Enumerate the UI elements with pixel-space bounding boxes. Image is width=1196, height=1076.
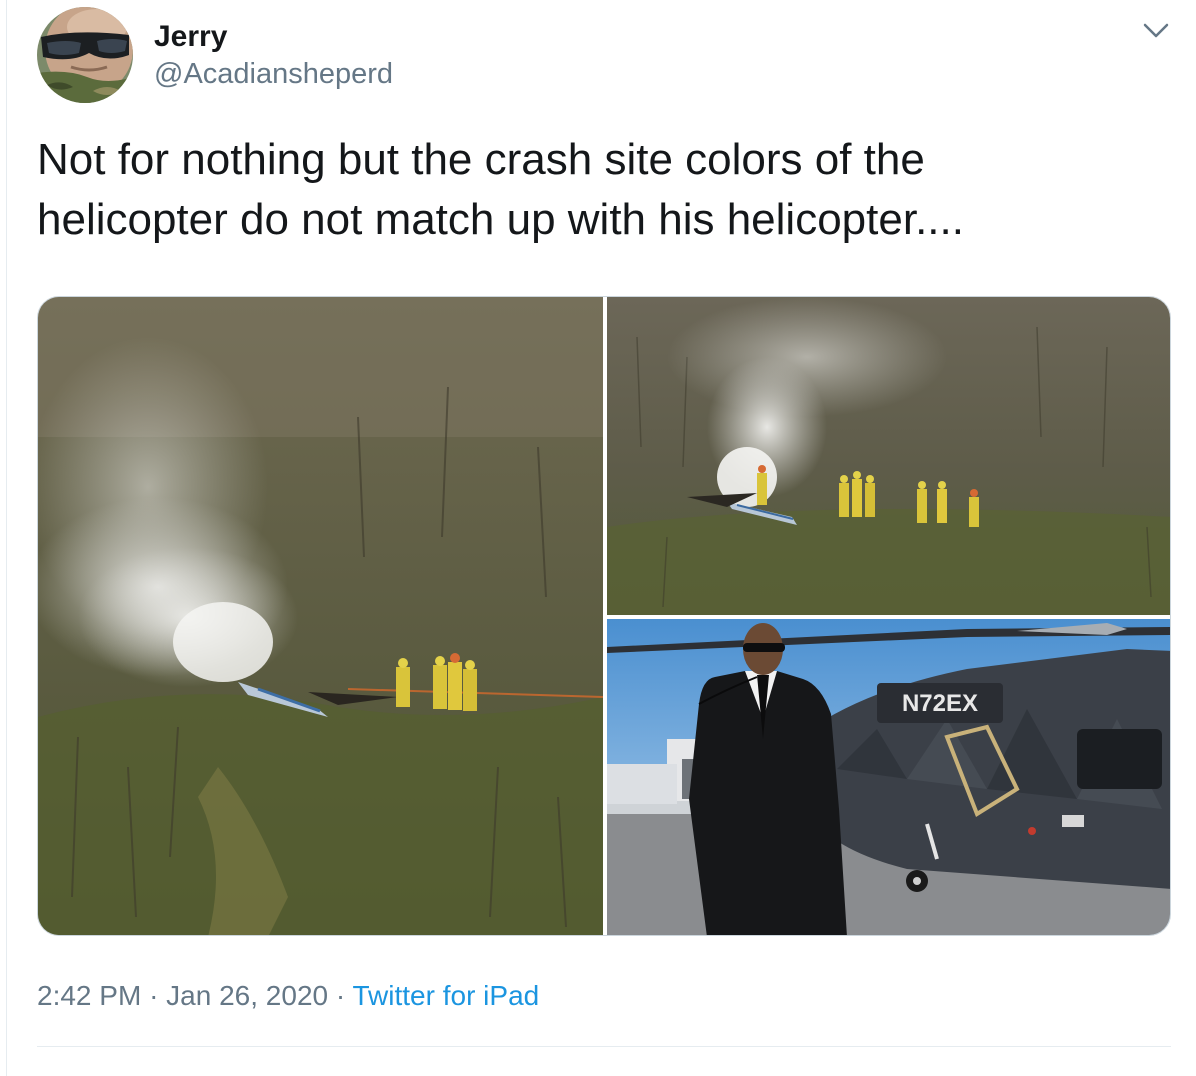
avatar[interactable] bbox=[37, 7, 133, 103]
media-grid: N72EX bbox=[37, 296, 1171, 936]
tweet-text: Not for nothing but the crash site color… bbox=[37, 130, 1157, 250]
tweet-metadata: 2:42 PM · Jan 26, 2020 · Twitter for iPa… bbox=[37, 980, 539, 1012]
crash-site-closeup-photo[interactable] bbox=[607, 297, 1170, 615]
tweet-card: Jerry @Acadiansheperd Not for nothing bu… bbox=[0, 0, 1196, 1076]
tweet-source-link[interactable]: Twitter for iPad bbox=[352, 980, 539, 1011]
meta-separator: · bbox=[149, 980, 159, 1011]
tweet-divider bbox=[37, 1046, 1171, 1047]
author-display-name[interactable]: Jerry bbox=[154, 20, 227, 54]
avatar-image bbox=[37, 7, 133, 103]
tweet-text-line: Not for nothing but the crash site color… bbox=[37, 135, 925, 184]
tail-number: N72EX bbox=[902, 690, 978, 717]
helicopter-photo[interactable]: N72EX bbox=[607, 619, 1170, 935]
chevron-down-icon[interactable] bbox=[1141, 18, 1171, 42]
meta-separator: · bbox=[335, 980, 346, 1011]
tweet-text-line: helicopter do not match up with his heli… bbox=[37, 195, 964, 244]
timeline-divider bbox=[6, 0, 7, 1076]
crash-site-photo[interactable] bbox=[38, 297, 603, 935]
tweet-date[interactable]: Jan 26, 2020 bbox=[166, 980, 328, 1011]
author-handle[interactable]: @Acadiansheperd bbox=[154, 58, 393, 91]
tweet-time[interactable]: 2:42 PM bbox=[37, 980, 141, 1011]
